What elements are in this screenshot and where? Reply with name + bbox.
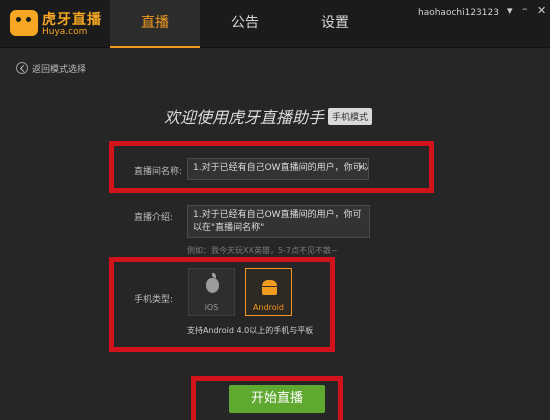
- back-label: 返回模式选择: [32, 64, 87, 75]
- highlight-box-room-title: [109, 141, 434, 193]
- highlight-box-start-button: [191, 376, 343, 420]
- close-icon[interactable]: ✕: [537, 4, 546, 17]
- highlight-box-phone-type: [109, 257, 335, 352]
- mode-badge: 手机模式: [328, 107, 373, 125]
- tab-announcement[interactable]: 公告: [200, 0, 290, 48]
- tab-live[interactable]: 直播: [110, 0, 200, 48]
- tab-settings[interactable]: 设置: [290, 0, 380, 48]
- logo-text: 虎牙直播: [42, 12, 102, 28]
- intro-textarea[interactable]: 1.对于已经有自己OW直播间的用户，你可以在"直播间名称": [187, 205, 370, 238]
- minimize-icon[interactable]: –: [522, 2, 528, 15]
- logo-domain: Huya.com: [42, 27, 88, 37]
- intro-label: 直播介绍:: [134, 213, 174, 223]
- top-bar: 虎牙直播 Huya.com 直播 公告 设置 haohaochi123123 ▾…: [0, 0, 550, 48]
- intro-hint: 例如：我今天玩XX英雄，5-7点不见不散~: [187, 246, 338, 255]
- welcome-title: 欢迎使用虎牙直播助手: [164, 108, 325, 127]
- back-to-mode-select[interactable]: 返回模式选择: [16, 61, 86, 75]
- huya-logo: 虎牙直播 Huya.com: [10, 8, 102, 40]
- back-arrow-icon: [16, 62, 28, 74]
- huya-logo-icon: [10, 10, 38, 36]
- welcome-heading: 欢迎使用虎牙直播助手 手机模式: [164, 104, 373, 128]
- window-menu-icon[interactable]: ▾: [507, 4, 513, 17]
- username: haohaochi123123: [418, 8, 499, 18]
